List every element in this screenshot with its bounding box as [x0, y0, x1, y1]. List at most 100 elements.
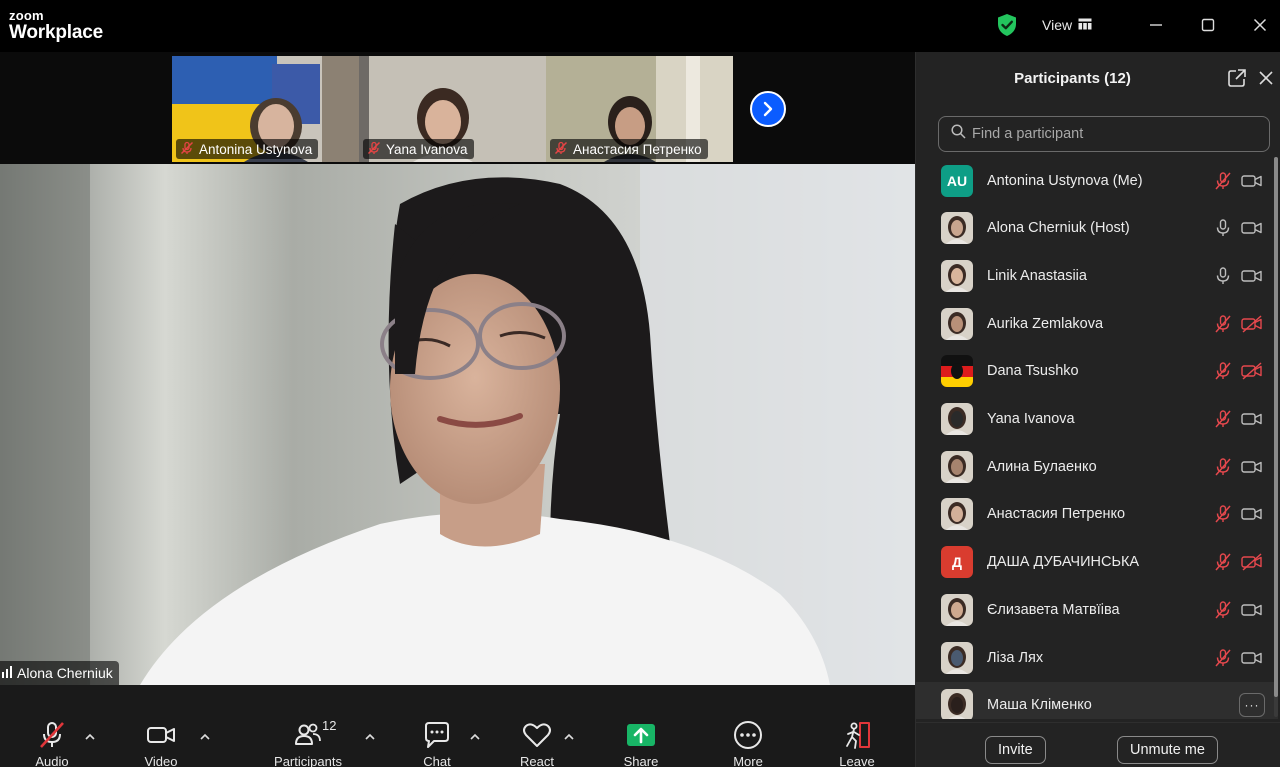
video-camera-icon[interactable]: [1241, 504, 1263, 524]
close-window-icon[interactable]: [1246, 12, 1274, 38]
participant-name: Antonina Ustynova (Me): [987, 172, 1143, 189]
participants-button[interactable]: 12 Participants: [268, 718, 348, 767]
participant-name: Ліза Лях: [987, 649, 1044, 666]
leave-button[interactable]: Leave: [817, 720, 897, 767]
participant-row[interactable]: Алина Булаенко: [916, 443, 1278, 490]
muted-mic-icon[interactable]: [1213, 314, 1233, 334]
muted-mic-icon[interactable]: [1213, 171, 1233, 191]
muted-mic-icon[interactable]: [1213, 600, 1233, 620]
more-options-icon: [733, 720, 763, 750]
main-speaker-video[interactable]: Alona Cherniuk: [0, 164, 915, 685]
audio-options-chevron-icon[interactable]: [82, 729, 98, 745]
audio-button[interactable]: Audio: [12, 720, 92, 767]
signal-strength-icon: [2, 665, 12, 681]
participant-name: Linik Anastasiia: [987, 267, 1087, 284]
video-button[interactable]: Video: [121, 720, 201, 767]
scrollbar-thumb[interactable]: [1274, 157, 1278, 697]
app-logo: zoom Workplace: [9, 9, 103, 42]
minimize-icon[interactable]: [1142, 12, 1170, 38]
participant-list: AU Antonina Ustynova (Me) Alona Cherniuk (…: [916, 157, 1278, 719]
leave-label: Leave: [839, 754, 875, 767]
video-options-chevron-icon[interactable]: [197, 729, 213, 745]
more-button[interactable]: More: [708, 720, 788, 767]
speaker-name-tag: Alona Cherniuk: [0, 661, 119, 685]
muted-mic-icon[interactable]: [1213, 504, 1233, 524]
photo-avatar: [941, 403, 973, 435]
panel-footer: Invite Unmute me: [916, 722, 1280, 767]
participant-name: Алина Булаенко: [987, 458, 1097, 475]
video-camera-icon[interactable]: [1241, 171, 1263, 191]
video-camera-icon[interactable]: [1241, 600, 1263, 620]
initials-avatar: AU: [941, 164, 973, 197]
muted-mic-icon[interactable]: [1213, 552, 1233, 572]
participant-row[interactable]: AU Antonina Ustynova (Me): [916, 157, 1278, 204]
mic-icon[interactable]: [1213, 266, 1233, 286]
photo-avatar: [941, 212, 973, 245]
photo-avatar: [941, 259, 973, 292]
participant-row[interactable]: Aurika Zemlakova: [916, 300, 1278, 347]
react-label: React: [520, 754, 554, 767]
muted-mic-icon[interactable]: [1213, 457, 1233, 477]
thumbnail-name: Yana Ivanova: [386, 141, 468, 157]
view-label: View: [1042, 17, 1073, 33]
view-button[interactable]: View: [1036, 12, 1098, 38]
video-camera-icon[interactable]: [1241, 648, 1263, 668]
video-off-icon[interactable]: [1241, 361, 1263, 381]
participants-label: Participants: [274, 754, 342, 767]
chat-options-chevron-icon[interactable]: [467, 729, 483, 745]
video-off-icon[interactable]: [1241, 314, 1263, 334]
unmute-me-button[interactable]: Unmute me: [1117, 736, 1218, 764]
chat-button[interactable]: Chat: [397, 720, 477, 767]
participants-options-chevron-icon[interactable]: [362, 729, 378, 745]
pop-out-icon[interactable]: [1228, 69, 1246, 87]
list-scrollbar[interactable]: [1274, 157, 1278, 717]
share-label: Share: [623, 754, 659, 767]
search-input[interactable]: [972, 126, 1262, 142]
participant-row[interactable]: Маша Кліменко ···: [916, 681, 1278, 719]
video-camera-icon[interactable]: [1241, 266, 1263, 286]
thumbnail-name: Antonina Ustynova: [199, 141, 313, 157]
shield-check-icon[interactable]: [996, 13, 1018, 37]
speaker-video-feed: [0, 164, 915, 685]
participant-name: Yana Ivanova: [987, 411, 1075, 427]
invite-button[interactable]: Invite: [985, 736, 1046, 764]
video-camera-icon[interactable]: [1241, 218, 1263, 238]
audio-label: Audio: [35, 754, 69, 767]
gallery-strip: Antonina Ustynova Yana Ivanova Анастасия…: [0, 52, 915, 164]
video-thumbnail[interactable]: Antonina Ustynova: [172, 56, 359, 162]
participant-search[interactable]: [938, 116, 1270, 152]
video-camera-icon[interactable]: [1241, 409, 1263, 429]
search-icon: [951, 124, 966, 144]
muted-mic-icon[interactable]: [1213, 361, 1233, 381]
participant-row[interactable]: Linik Anastasiia: [916, 252, 1278, 299]
mic-icon[interactable]: [1213, 218, 1233, 238]
next-page-arrow-icon[interactable]: [750, 91, 786, 127]
participant-row[interactable]: Д ДАША ДУБАЧИНСЬКА: [916, 539, 1278, 586]
participant-more-button[interactable]: ···: [1239, 693, 1265, 718]
muted-mic-icon[interactable]: [1213, 409, 1233, 429]
video-camera-icon[interactable]: [1241, 457, 1263, 477]
close-panel-icon[interactable]: [1257, 69, 1275, 87]
participant-row[interactable]: Alona Cherniuk (Host): [916, 205, 1278, 252]
video-off-icon[interactable]: [1241, 552, 1263, 572]
thumbnail-name-tag: Анастасия Петренко: [550, 139, 708, 159]
participant-row[interactable]: Єлизавета Матвїіва: [916, 586, 1278, 633]
participant-row[interactable]: Yana Ivanova: [916, 396, 1278, 443]
logo-zoom-text: zoom: [9, 8, 44, 23]
participant-row[interactable]: Dana Tsushko: [916, 348, 1278, 395]
muted-mic-icon[interactable]: [1213, 648, 1233, 668]
muted-mic-icon: [180, 141, 194, 158]
participant-name: Єлизавета Матвїіва: [987, 601, 1120, 618]
leave-door-icon: [842, 720, 872, 750]
participants-icon: 12: [295, 718, 336, 750]
video-thumbnail[interactable]: Анастасия Петренко: [546, 56, 733, 162]
maximize-icon[interactable]: [1194, 12, 1222, 38]
video-thumbnail[interactable]: Yana Ivanova: [359, 56, 546, 162]
share-button[interactable]: Share: [601, 720, 681, 767]
participant-row[interactable]: Ліза Лях: [916, 634, 1278, 681]
participant-row[interactable]: Анастасия Петренко: [916, 491, 1278, 538]
photo-avatar: [941, 593, 973, 626]
react-options-chevron-icon[interactable]: [561, 729, 577, 745]
muted-mic-icon: [554, 141, 568, 158]
video-camera-icon: [145, 720, 177, 750]
